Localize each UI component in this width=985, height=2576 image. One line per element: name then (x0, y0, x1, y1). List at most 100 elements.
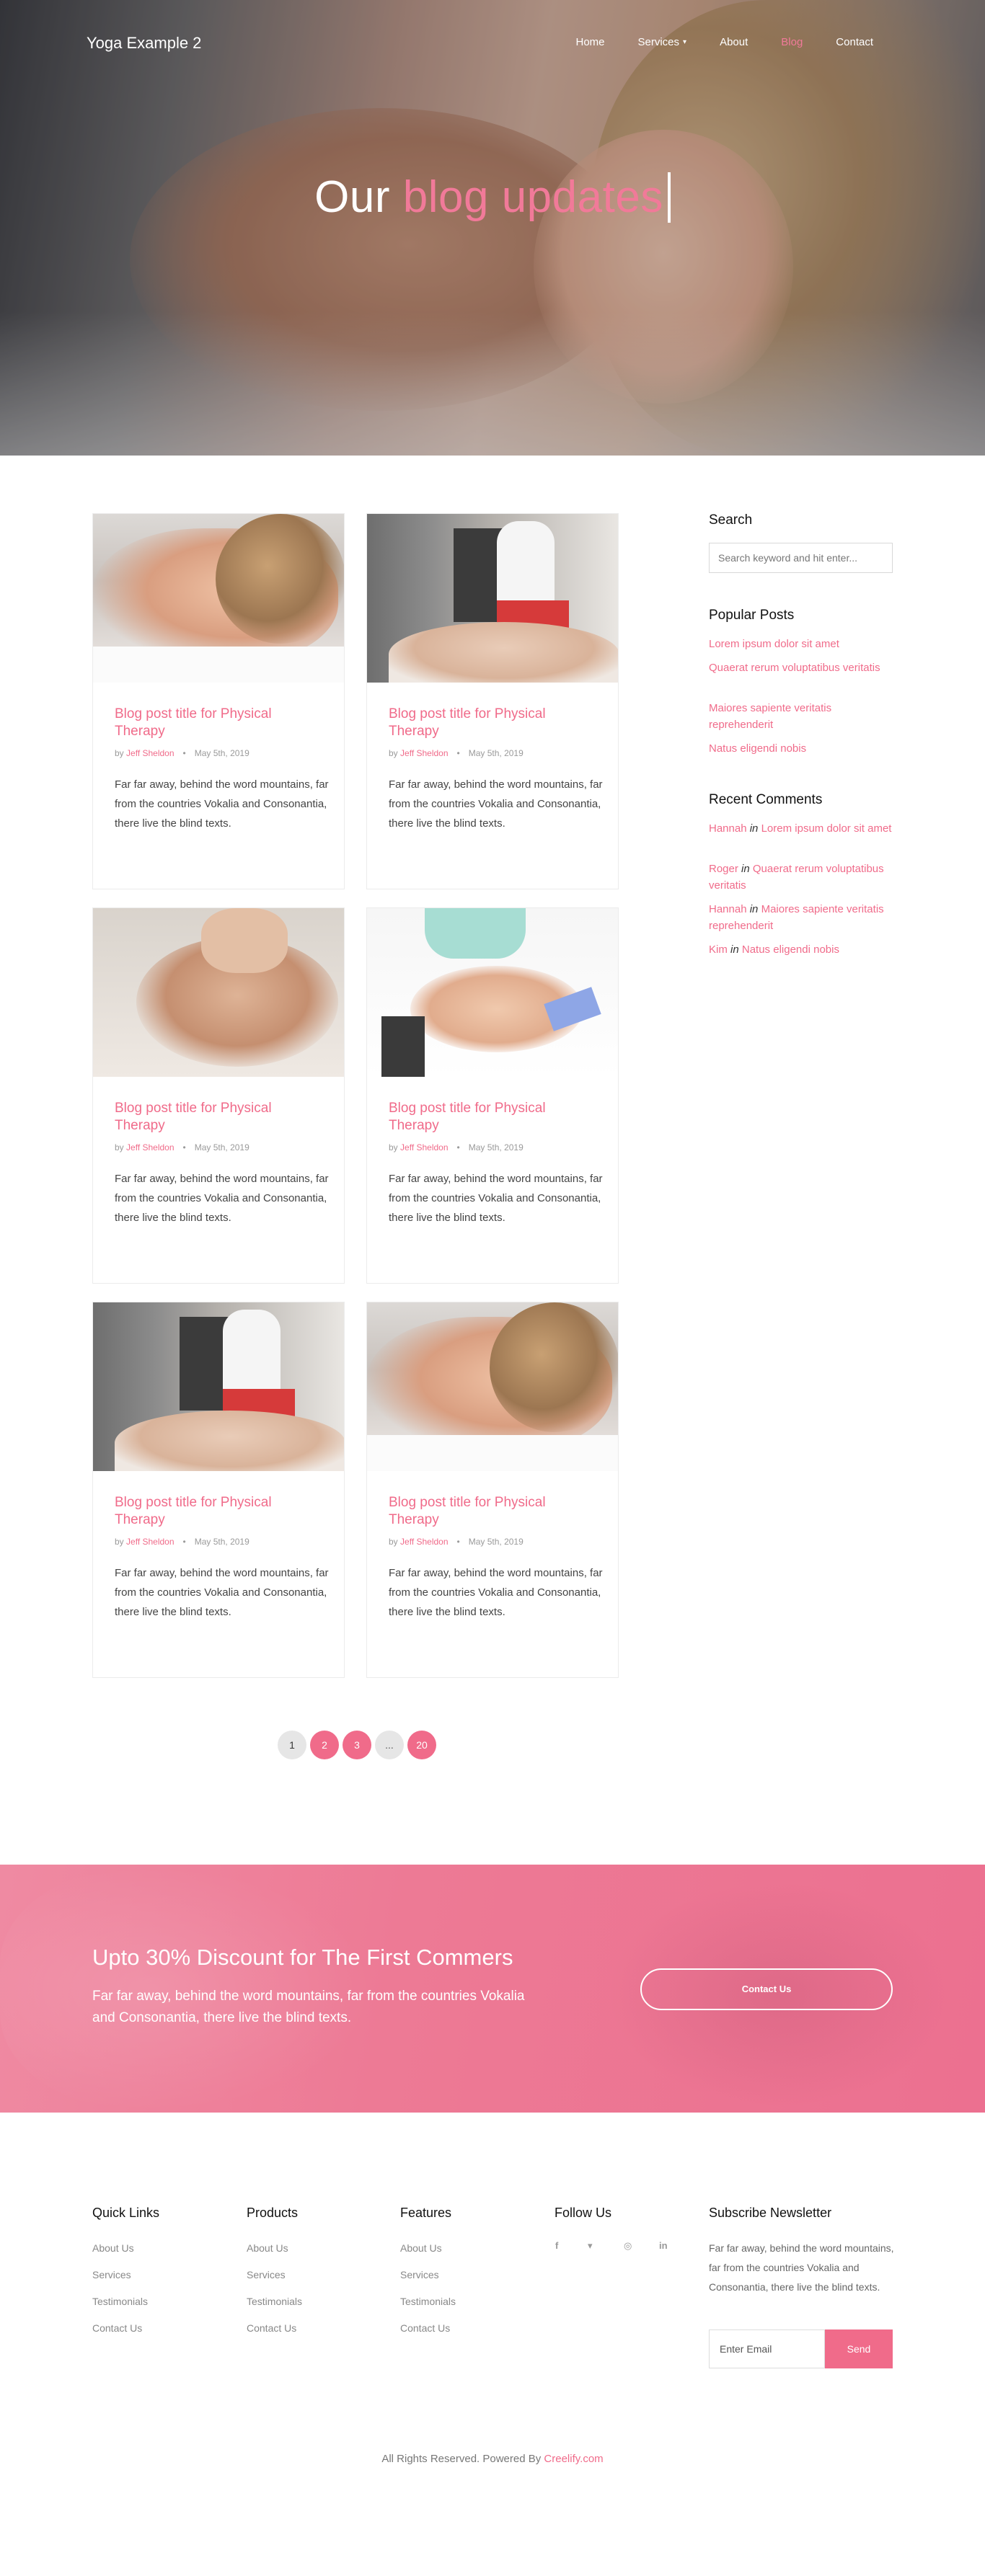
recent-comment[interactable]: Hannah in Lorem ipsum dolor sit amet (709, 820, 893, 837)
page-3-button[interactable]: 3 (343, 1731, 371, 1759)
blog-card-title[interactable]: Blog post title for Physical Therapy (115, 706, 324, 740)
post-date: May 5th, 2019 (468, 1142, 524, 1152)
blog-card[interactable]: Blog post title for Physical Therapy by J… (92, 1302, 345, 1678)
recent-comment[interactable]: Hannah in Maiores sapiente veritatis rep… (709, 901, 893, 934)
blog-card-image[interactable] (93, 514, 344, 683)
title-white: Our (314, 172, 391, 222)
typing-cursor (667, 172, 671, 223)
post-date: May 5th, 2019 (194, 1142, 249, 1152)
blog-card-meta: by Jeff Sheldon • May 5th, 2019 (389, 1537, 524, 1547)
chevron-down-icon: ▾ (683, 38, 687, 46)
footer-link[interactable]: Testimonials (92, 2296, 148, 2307)
footer-link[interactable]: Testimonials (247, 2296, 302, 2307)
nav-about[interactable]: About (720, 36, 748, 48)
nav-services[interactable]: Services ▾ (638, 36, 687, 48)
blog-card-image[interactable] (93, 1302, 344, 1471)
back-massage-photo (93, 908, 344, 1077)
footer-link[interactable]: Services (92, 2269, 131, 2280)
blog-card-image[interactable] (93, 908, 344, 1077)
page-20-button[interactable]: 20 (407, 1731, 436, 1759)
author-link[interactable]: Jeff Sheldon (126, 1142, 175, 1152)
blog-card-meta: by Jeff Sheldon • May 5th, 2019 (115, 1537, 249, 1547)
recent-comment[interactable]: Kim in Natus eligendi nobis (709, 941, 893, 958)
popular-posts-heading: Popular Posts (709, 608, 795, 623)
meta-by: by (389, 1537, 398, 1547)
meta-separator: • (182, 1537, 186, 1547)
search-input[interactable]: Search keyword and hit enter... (709, 543, 893, 573)
discount-banner: Upto 30% Discount for The First Commers … (0, 1865, 985, 2113)
author-link[interactable]: Jeff Sheldon (400, 1537, 449, 1547)
popular-post-link[interactable]: Natus eligendi nobis (709, 740, 893, 757)
blog-card-title[interactable]: Blog post title for Physical Therapy (115, 1100, 324, 1134)
hero-banner: Yoga Example 2 Home Services ▾ About Blog… (0, 0, 985, 456)
blog-card[interactable]: Blog post title for Physical Therapy by J… (366, 1302, 619, 1678)
author-link[interactable]: Jeff Sheldon (400, 1142, 449, 1152)
blog-card-image[interactable] (367, 1302, 618, 1471)
nav-services-label: Services (637, 36, 680, 48)
popular-post-link[interactable]: Maiores sapiente veritatis reprehenderit (709, 700, 893, 733)
footer-link[interactable]: About Us (400, 2242, 442, 2254)
woman-massage-photo (367, 1302, 618, 1471)
footer-link[interactable]: Contact Us (92, 2322, 142, 2334)
blog-card-excerpt: Far far away, behind the word mountains,… (389, 778, 603, 830)
page-1-button[interactable]: 1 (278, 1731, 306, 1759)
author-link[interactable]: Jeff Sheldon (126, 1537, 175, 1547)
author-link[interactable]: Jeff Sheldon (400, 748, 449, 758)
comment-author: Kim (709, 943, 728, 956)
products-heading: Products (247, 2206, 299, 2220)
post-date: May 5th, 2019 (468, 1537, 524, 1547)
blog-card-meta: by Jeff Sheldon • May 5th, 2019 (115, 748, 249, 758)
instagram-icon[interactable]: ◎ (624, 2240, 632, 2252)
blog-card-meta: by Jeff Sheldon • May 5th, 2019 (389, 748, 524, 758)
footer-link[interactable]: About Us (247, 2242, 288, 2254)
popular-post-link[interactable]: Lorem ipsum dolor sit amet (709, 636, 893, 652)
meta-by: by (115, 1537, 124, 1547)
send-button[interactable]: Send (825, 2329, 893, 2368)
footer-link[interactable]: Services (247, 2269, 286, 2280)
popular-post-link[interactable]: Quaerat rerum voluptatibus veritatis (709, 659, 893, 676)
nav-contact[interactable]: Contact (836, 36, 873, 48)
blog-card[interactable]: Blog post title for Physical Therapy by J… (92, 907, 345, 1284)
nav-blog[interactable]: Blog (781, 36, 803, 48)
title-pink: blog updates (402, 172, 663, 222)
blog-card[interactable]: Blog post title for Physical Therapy by J… (366, 907, 619, 1284)
blog-card-title[interactable]: Blog post title for Physical Therapy (389, 1100, 598, 1134)
footer-link[interactable]: Contact Us (247, 2322, 296, 2334)
newsletter-heading: Subscribe Newsletter (709, 2206, 832, 2220)
blog-card-image[interactable] (367, 514, 618, 683)
footer-link[interactable]: Contact Us (400, 2322, 450, 2334)
email-field[interactable]: Enter Email (709, 2329, 825, 2368)
blog-card[interactable]: Blog post title for Physical Therapy by J… (366, 513, 619, 889)
page-2-button[interactable]: 2 (310, 1731, 339, 1759)
blog-card-image[interactable] (367, 908, 618, 1077)
blog-card[interactable]: Blog post title for Physical Therapy by J… (92, 513, 345, 889)
twitter-icon[interactable]: ▾ (588, 2240, 593, 2252)
meta-separator: • (182, 1142, 186, 1152)
author-link[interactable]: Jeff Sheldon (126, 748, 175, 758)
features-heading: Features (400, 2206, 452, 2220)
facebook-icon[interactable]: f (555, 2240, 558, 2251)
comment-in: in (730, 943, 739, 956)
blog-card-excerpt: Far far away, behind the word mountains,… (389, 1567, 603, 1618)
comment-author: Roger (709, 863, 738, 875)
linkedin-icon[interactable]: in (659, 2240, 668, 2251)
brand-logo[interactable]: Yoga Example 2 (87, 34, 201, 53)
newsletter-text: Far far away, behind the word mountains,… (709, 2242, 894, 2293)
blog-card-meta: by Jeff Sheldon • May 5th, 2019 (389, 1142, 524, 1152)
comment-post: Natus eligendi nobis (741, 943, 839, 956)
blog-card-title[interactable]: Blog post title for Physical Therapy (115, 1494, 324, 1529)
nav-home[interactable]: Home (575, 36, 604, 48)
knee-therapy-photo (367, 908, 618, 1077)
follow-us-heading: Follow Us (555, 2206, 612, 2220)
footer-link[interactable]: About Us (92, 2242, 134, 2254)
blog-card-title[interactable]: Blog post title for Physical Therapy (389, 706, 598, 740)
contact-us-button[interactable]: Contact Us (640, 1968, 893, 2010)
copyright-link[interactable]: Creelify.com (544, 2453, 603, 2465)
blog-card-excerpt: Far far away, behind the word mountains,… (115, 1173, 329, 1224)
recent-comment[interactable]: Roger in Quaerat rerum voluptatibus veri… (709, 861, 893, 894)
footer-link[interactable]: Services (400, 2269, 439, 2280)
footer-link[interactable]: Testimonials (400, 2296, 456, 2307)
blog-card-title[interactable]: Blog post title for Physical Therapy (389, 1494, 598, 1529)
pagination: 1 2 3 ... 20 (278, 1731, 436, 1759)
top-navigation: Yoga Example 2 Home Services ▾ About Blog… (0, 0, 985, 86)
